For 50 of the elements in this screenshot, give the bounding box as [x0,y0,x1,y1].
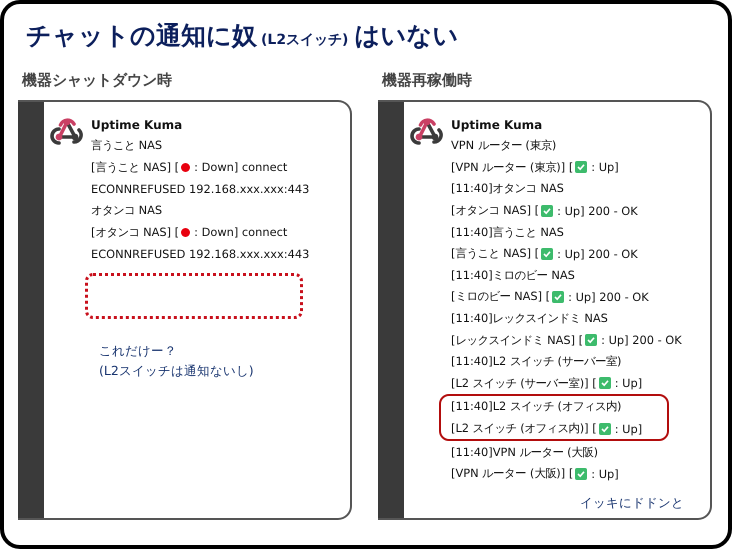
section-heading: 機器シャットダウン時 [22,70,173,91]
down-dot-icon [181,162,190,172]
message-text: [オタンコ NAS] [ [91,224,180,240]
check-icon [598,422,611,435]
message-line: VPN ルーター (東京) [451,138,556,154]
message-text: [VPN ルーター (大阪)] [ [451,466,574,482]
note-text: (L2スイッチは通知ないし) [99,362,255,380]
message-text: [ミロのビー NAS] [ [451,289,550,304]
sender-name: Uptime Kuma [91,117,184,134]
message-text: : Up] [591,466,619,481]
message-text: : Up] [614,376,642,390]
message-line: [11:40]レックスインドミ NAS [451,311,608,326]
message-text: [言うこと NAS] [ [451,246,540,262]
message-line: [11:40]言うこと NAS [451,224,564,240]
message-text: [オタンコ NAS] [ [451,203,540,218]
message-line: [11:40]VPN ルーター (大阪) [451,444,598,460]
message-line: オタンコ NAS [91,203,162,218]
message-line: 言うこと NAS [91,138,162,154]
check-icon [552,290,564,303]
slide-title: チャットの通知に奴 (L2スイッチ) はいない [26,21,460,51]
message-text: : Up] [591,160,619,174]
check-icon [598,377,611,390]
message-text: [L2 スイッチ (オフィス内)] [ [451,421,597,436]
message-line: [11:40]L2 スイッチ (サーバー室) [451,354,622,370]
message-text: [言うこと NAS] [ [91,160,180,175]
message-text: : Down] connect [194,160,288,174]
check-icon [585,334,598,346]
message-line: ECONNREFUSED 192.168.xxx.xxx:443 [91,182,310,196]
message-line: [11:40]オタンコ NAS [451,181,564,196]
message-text: : Up] 200 - OK [557,204,638,218]
check-icon [541,204,554,217]
check-icon [541,248,554,260]
message-text: [レックスインドミ NAS] [ [451,332,584,348]
message-text: [L2 スイッチ (サーバー室)] [ [451,376,597,391]
message-line: [11:40]L2 スイッチ (オフィス内) [451,399,622,414]
message-text: : Up] 200 - OK [568,290,649,304]
message-line: ECONNREFUSED 192.168.xxx.xxx:443 [91,246,310,261]
sender-name: Uptime Kuma [451,117,544,134]
note-text: イッキにドドンと [580,494,684,512]
down-dot-icon [181,228,190,237]
message-text: : Up] [614,422,642,436]
message-text: [VPN ルーター (東京)] [ [451,160,574,175]
section-heading: 機器再稼働時 [382,70,473,91]
message-text: : Up] 200 - OK [557,246,638,261]
message-text: : Down] connect [194,225,288,240]
message-text: : Up] 200 - OK [601,333,682,348]
check-icon [575,468,588,480]
note-text: これだけー？ [99,342,178,360]
check-icon [575,161,588,174]
message-line: [11:40]ミロのビー NAS [451,268,575,283]
